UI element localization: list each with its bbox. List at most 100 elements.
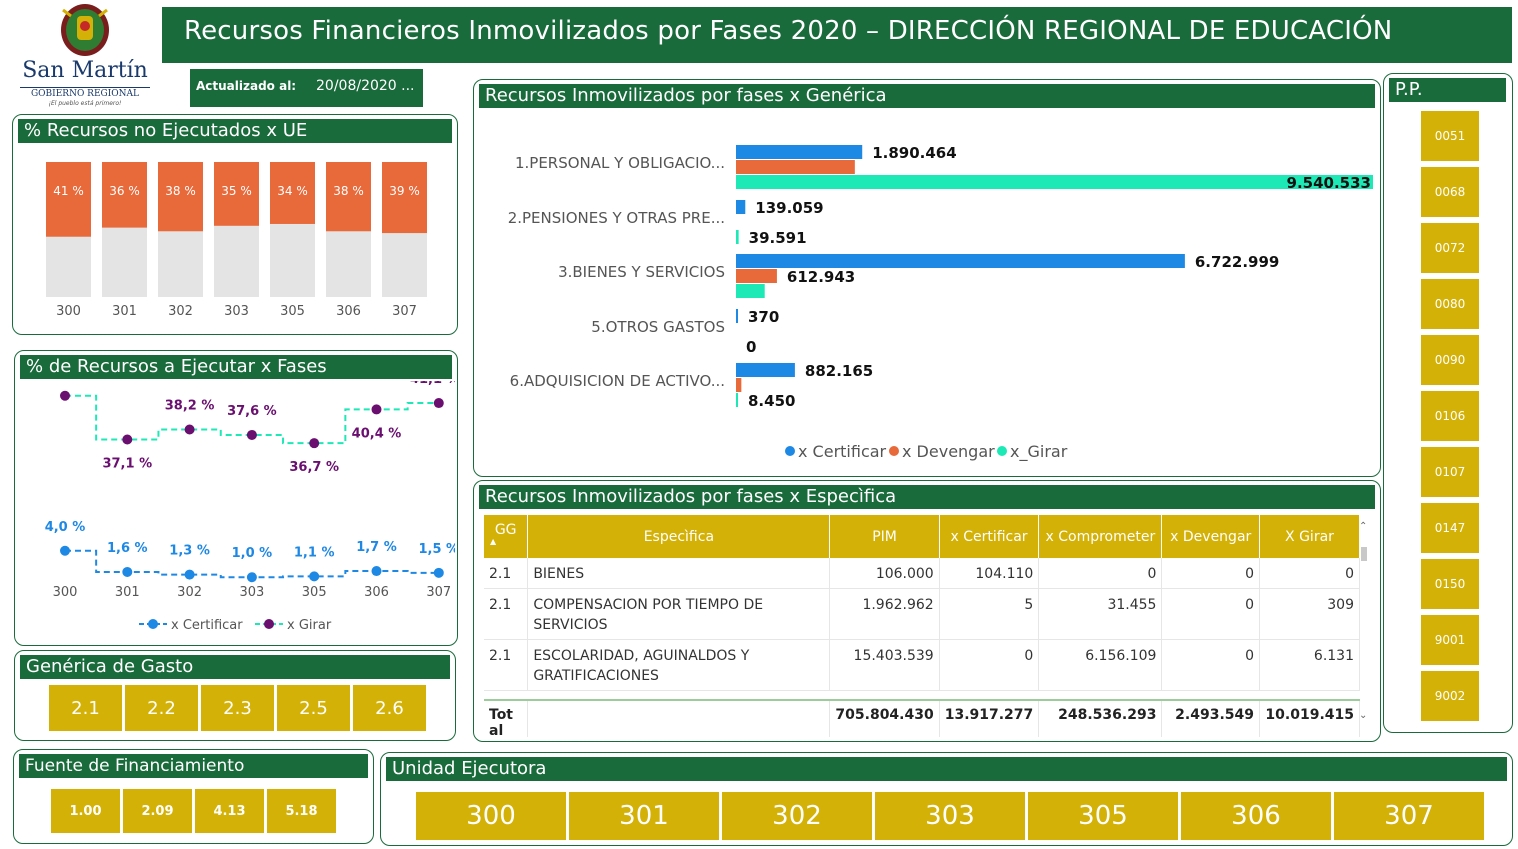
generica-category-4: 5.OTROS GASTOS <box>591 318 725 336</box>
pp-option-0068[interactable]: 0068 <box>1420 166 1480 218</box>
generica-gasto-option-21[interactable]: 2.1 <box>48 684 123 732</box>
pp-option-0051[interactable]: 0051 <box>1420 110 1480 162</box>
column-header-gg[interactable]: GG ▲ <box>484 515 529 558</box>
generica-gasto-title: Genérica de Gasto <box>20 655 450 679</box>
scroll-up-icon[interactable]: ⌃ <box>1359 521 1367 532</box>
ue-panel: % Recursos no Ejecutados x UE 41 % 300 36 … <box>12 114 458 335</box>
certificar-point-300 <box>60 545 70 556</box>
fases-tick-301: 301 <box>115 585 140 600</box>
total-cell-x-certificar: 13.917.277 <box>939 699 1040 737</box>
fuente-slicer: 1.00 2.09 4.13 5.18 <box>50 788 340 836</box>
column-header-x-certificar[interactable]: x Certificar <box>939 515 1040 558</box>
fuente-option-100[interactable]: 1.00 <box>50 788 121 834</box>
ue-bar-label-300: 41 % <box>53 184 84 198</box>
table-cell-x-girar: 6.131 <box>1259 639 1360 691</box>
generica-category-3: 3.BIENES Y SERVICIOS <box>558 263 725 281</box>
pp-option-9002[interactable]: 9002 <box>1420 670 1480 722</box>
table-row[interactable]: 2.1 ESCOLARIDAD, AGUINALDOS Y GRATIFICACI… <box>484 639 1360 691</box>
generica-value-xCertificar-3: 6.722.999 <box>1195 253 1279 271</box>
generica-category-2: 2.PENSIONES Y OTRAS PRE... <box>508 209 725 227</box>
column-header-label: x Comprometer <box>1045 528 1156 545</box>
girar-point-305 <box>309 438 320 449</box>
ue-bar-label-305: 34 % <box>277 184 308 198</box>
generica-gasto-option-25[interactable]: 2.5 <box>276 684 351 732</box>
column-header-espec-fica[interactable]: Especìfica <box>527 515 831 558</box>
scroll-down-icon[interactable]: ⌄ <box>1359 710 1367 721</box>
unidad-option-300[interactable]: 300 <box>415 791 567 841</box>
pp-option-0147[interactable]: 0147 <box>1420 502 1480 554</box>
fases-panel: % de Recursos a Ejecutar x Fases 41,9 %4… <box>14 350 458 646</box>
table-scrollbar[interactable]: ⌃ ⌄ <box>1358 521 1370 721</box>
ue-bar-chart: 41 % 300 36 % 301 38 % 302 35 % 303 34 % 305 38 % 3… <box>46 162 427 319</box>
table-row[interactable]: 2.1 COMPENSACION POR TIEMPO DE SERVICIOS 1… <box>484 588 1360 640</box>
pp-option-0090[interactable]: 0090 <box>1420 334 1480 386</box>
column-header-x-devengar[interactable]: x Devengar <box>1161 515 1260 558</box>
table-row[interactable]: 2.1 BIENES 106.000 104.110 0 0 0 <box>484 558 1360 589</box>
legend-xCertificar-label: x Certificar <box>798 442 887 461</box>
pp-option-0072[interactable]: 0072 <box>1420 222 1480 274</box>
pp-option-0107[interactable]: 0107 <box>1420 446 1480 498</box>
total-cell-pim: 705.804.430 <box>829 699 940 737</box>
unidad-option-302[interactable]: 302 <box>721 791 873 841</box>
fases-tick-300: 300 <box>53 585 78 600</box>
pp-option-0150[interactable]: 0150 <box>1420 558 1480 610</box>
table-cell-pim: 106.000 <box>829 558 940 589</box>
ue-bar-label-301: 36 % <box>109 184 140 198</box>
unidad-option-301[interactable]: 301 <box>568 791 720 841</box>
legend-xDevengar-label: x Devengar <box>902 442 995 461</box>
column-header-x-comprometer[interactable]: x Comprometer <box>1038 515 1163 558</box>
girar-point-302 <box>184 424 195 435</box>
table-cell-x-certificar: 0 <box>939 639 1040 691</box>
generica-category-5: 6.ADQUISICION DE ACTIVO... <box>510 372 725 390</box>
generica-bar-xCertificar-5 <box>736 363 795 377</box>
table-cell-x-comprometer: 31.455 <box>1038 588 1163 640</box>
updated-label: Actualizado al: <box>196 79 297 93</box>
column-header-label: Especìfica <box>643 528 715 545</box>
girar-label-306: 40,4 % <box>352 426 402 441</box>
ue-bar-label-303: 35 % <box>221 184 252 198</box>
unidad-option-307[interactable]: 307 <box>1333 791 1485 841</box>
ue-tick-301: 301 <box>112 304 137 319</box>
girar-label-305: 36,7 % <box>289 460 339 475</box>
fuente-option-518[interactable]: 5.18 <box>266 788 337 834</box>
table-cell-espec-fica: ESCOLARIDAD, AGUINALDOS Y GRATIFICACIONE… <box>527 639 831 691</box>
sort-ascending-icon[interactable]: ▲ <box>490 537 496 546</box>
total-cell-gg: Total <box>484 699 529 737</box>
fuente-option-413[interactable]: 4.13 <box>194 788 265 834</box>
unidad-option-303[interactable]: 303 <box>874 791 1026 841</box>
column-header-x-girar[interactable]: X Girar <box>1259 515 1360 558</box>
girar-label-301: 37,1 % <box>102 457 152 472</box>
generica-category-1: 1.PERSONAL Y OBLIGACIO... <box>515 154 725 172</box>
unidad-option-306[interactable]: 306 <box>1180 791 1332 841</box>
table-total-row: Total 705.804.430 13.917.277 248.536.293 2.4… <box>484 699 1360 737</box>
generica-gasto-option-26[interactable]: 2.6 <box>352 684 427 732</box>
certificar-point-307 <box>433 567 444 578</box>
generica-value-x_Girar-1: 9.540.533 <box>1287 174 1371 192</box>
table-cell-pim: 15.403.539 <box>829 639 940 691</box>
fuente-title: Fuente de Financiamiento <box>19 754 368 778</box>
legend-xDevengar-marker <box>889 446 899 456</box>
generica-gasto-option-22[interactable]: 2.2 <box>124 684 199 732</box>
fases-tick-306: 306 <box>364 585 389 600</box>
ue-bar-300 <box>46 162 91 237</box>
generica-bar-xDevengar-3 <box>736 269 777 283</box>
table-cell-x-devengar: 0 <box>1161 588 1260 640</box>
girar-point-306 <box>371 404 382 415</box>
pp-option-0080[interactable]: 0080 <box>1420 278 1480 330</box>
column-header-label: PIM <box>872 528 897 545</box>
unidad-title: Unidad Ejecutora <box>386 757 1507 781</box>
scroll-thumb[interactable] <box>1361 547 1367 561</box>
unidad-option-305[interactable]: 305 <box>1027 791 1179 841</box>
fuente-option-209[interactable]: 2.09 <box>122 788 193 834</box>
girar-point-307 <box>433 398 444 409</box>
pp-option-0106[interactable]: 0106 <box>1420 390 1480 442</box>
column-header-pim[interactable]: PIM <box>829 515 940 558</box>
generica-gasto-option-23[interactable]: 2.3 <box>200 684 275 732</box>
generica-bar-xCertificar-4 <box>736 309 738 323</box>
logo: San Martín GOBIERNO REGIONAL ¡El pueblo … <box>14 2 156 108</box>
column-header-label: X Girar <box>1285 528 1334 545</box>
generica-panel: Recursos Inmovilizados por fases x Genér… <box>473 79 1381 477</box>
pp-option-9001[interactable]: 9001 <box>1420 614 1480 666</box>
unidad-panel: Unidad Ejecutora 300 301 302 303 305 306 307 <box>380 752 1513 846</box>
table-header-row: GG ▲ Especìfica PIM x Certificar x Compromete… <box>484 515 1360 558</box>
